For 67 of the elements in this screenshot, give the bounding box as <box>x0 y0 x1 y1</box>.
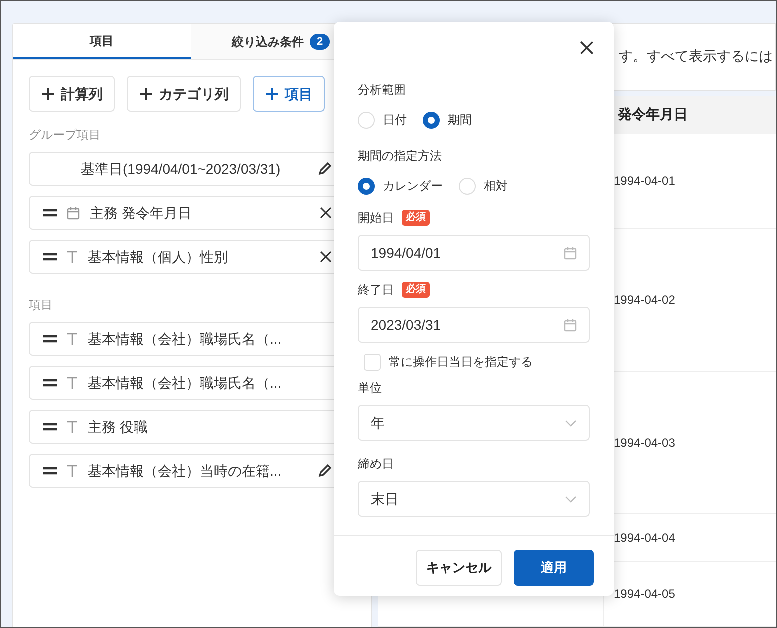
notice-text: す。すべて表示するには <box>619 47 773 66</box>
text-type-icon <box>67 465 78 477</box>
table-cell-text: 1994-04-02 <box>614 292 676 310</box>
radio-button[interactable] <box>423 112 440 128</box>
pencil-icon[interactable] <box>318 162 332 176</box>
add-button[interactable]: 項目 <box>253 76 325 112</box>
section-label: 項目 <box>29 297 54 314</box>
field-label: 基本情報（会社）職場氏名（... <box>88 330 282 348</box>
plus-icon <box>41 87 55 101</box>
text-type-icon <box>67 421 78 433</box>
drag-handle-icon[interactable] <box>43 423 57 431</box>
field-label: 基準日(1994/04/01~2023/03/31) <box>81 160 281 179</box>
date-field[interactable]: 1994/04/01 <box>358 235 590 271</box>
count-badge: 2 <box>310 34 330 50</box>
radio-button[interactable] <box>358 178 375 194</box>
field-label: 基本情報（個人）性別 <box>88 248 228 266</box>
field-label: 単位 <box>358 380 383 397</box>
checkbox[interactable] <box>364 354 381 370</box>
field-label: 主務 役職 <box>88 418 148 436</box>
select-field[interactable]: 年 <box>358 405 590 441</box>
text-type-icon <box>67 333 78 345</box>
drag-handle-icon[interactable] <box>43 467 57 475</box>
field-label: 基本情報（会社）職場氏名（... <box>88 374 282 392</box>
calendar-icon <box>564 246 577 260</box>
tab[interactable]: 項目 <box>13 24 191 59</box>
field-label: 開始日 <box>358 210 394 227</box>
drag-handle-icon[interactable] <box>43 253 57 261</box>
radio-label: 相対 <box>484 178 508 195</box>
field-label: 基本情報（会社）当時の在籍... <box>88 462 282 480</box>
plus-icon <box>139 87 153 101</box>
close-icon[interactable] <box>580 41 594 55</box>
apply-button[interactable]: 適用 <box>514 550 594 586</box>
radio-label: カレンダー <box>383 178 443 195</box>
text-type-icon <box>67 377 78 389</box>
pencil-icon[interactable] <box>318 464 332 478</box>
table-cell-text: 1994-04-04 <box>614 530 676 547</box>
section-label: グループ項目 <box>29 127 102 144</box>
remove-icon[interactable] <box>320 251 332 263</box>
required-badge: 必須 <box>402 282 430 298</box>
field-label: 締め日 <box>358 456 395 473</box>
date-field[interactable]: 2023/03/31 <box>358 307 590 343</box>
drag-handle-icon[interactable] <box>43 209 57 217</box>
drag-handle-icon[interactable] <box>43 335 57 343</box>
required-badge: 必須 <box>402 210 430 226</box>
add-button[interactable]: 計算列 <box>29 76 115 112</box>
calendar-icon <box>564 318 577 332</box>
remove-icon[interactable] <box>320 207 332 219</box>
drag-handle-icon[interactable] <box>43 379 57 387</box>
cancel-button[interactable]: キャンセル <box>416 550 502 586</box>
radio-label: 日付 <box>383 112 407 129</box>
chevron-down-icon <box>565 496 577 502</box>
radio-label: 期間 <box>448 112 472 129</box>
plus-icon <box>265 87 279 101</box>
field-label: 期間の指定方法 <box>358 148 443 165</box>
table-cell-text: 1994-04-03 <box>614 434 676 452</box>
select-field[interactable]: 末日 <box>358 481 590 517</box>
table-cell-text: 1994-04-01 <box>614 172 676 190</box>
field-label: 分析範囲 <box>358 82 407 99</box>
column-header: 発令年月日 <box>618 105 688 124</box>
add-button[interactable]: カテゴリ列 <box>127 76 241 112</box>
table-cell-text: 1994-04-05 <box>614 586 676 604</box>
field-label: 終了日 <box>358 282 394 299</box>
calendar-icon <box>67 206 80 220</box>
checkbox-label: 常に操作日当日を指定する <box>389 354 533 371</box>
field-label: 主務 発令年月日 <box>90 204 192 222</box>
text-type-icon <box>67 251 78 263</box>
chevron-down-icon <box>565 420 577 426</box>
